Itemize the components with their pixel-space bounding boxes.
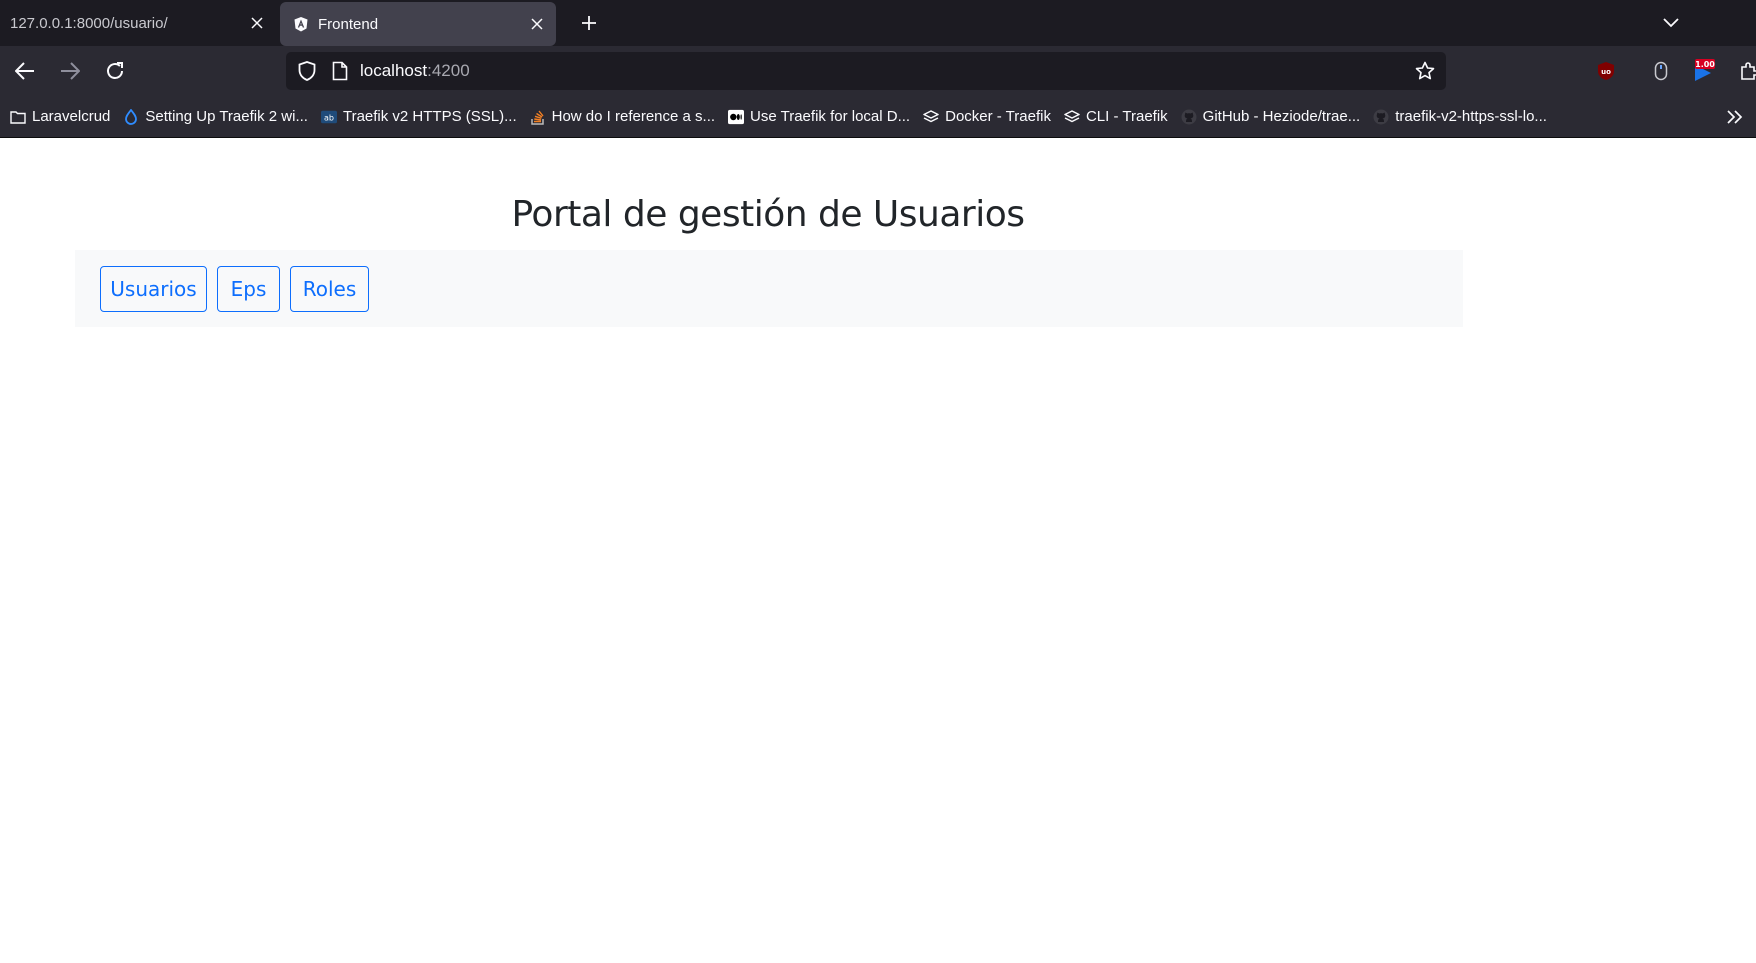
ublock-origin-icon[interactable]: uo xyxy=(1593,58,1619,84)
nav-toolbar: localhost:4200 uo 1.00 xyxy=(0,46,1756,96)
tab-frontend[interactable]: Frontend xyxy=(280,2,556,46)
list-all-tabs-chevron-down-icon[interactable] xyxy=(1656,8,1686,38)
bookmark-github-heziode[interactable]: GitHub - Heziode/trae... xyxy=(1181,108,1361,125)
new-tab-plus-icon[interactable] xyxy=(574,8,604,38)
bookmark-how-do-i-reference[interactable]: How do I reference a s... xyxy=(530,108,715,125)
digitalocean-icon xyxy=(123,108,139,125)
bookmark-label: How do I reference a s... xyxy=(551,108,716,125)
medium-icon xyxy=(728,109,745,125)
bookmark-label: Docker - Traefik xyxy=(945,108,1051,125)
tab-usuario[interactable]: 127.0.0.1:8000/usuario/ xyxy=(0,0,276,46)
bookmark-docker-traefik[interactable]: Docker - Traefik xyxy=(923,108,1051,125)
bookmarks-toolbar: Laravelcrud Setting Up Traefik 2 wi... a… xyxy=(0,96,1756,138)
stackoverflow-icon xyxy=(530,109,546,125)
angular-icon xyxy=(292,15,310,33)
forward-arrow-icon[interactable] xyxy=(55,56,85,86)
close-tab-icon[interactable] xyxy=(246,12,268,34)
bookmark-cli-traefik[interactable]: CLI - Traefik xyxy=(1064,108,1168,125)
page-viewport: Portal de gestión de Usuarios Usuarios E… xyxy=(0,138,1756,963)
bookmark-setting-up-traefik[interactable]: Setting Up Traefik 2 wi... xyxy=(123,108,308,125)
bookmark-label: Use Traefik for local D... xyxy=(750,108,911,125)
tab-title: Frontend xyxy=(318,15,379,33)
bookmark-label: traefik-v2-https-ssl-lo... xyxy=(1395,108,1547,125)
bookmark-use-traefik-local[interactable]: Use Traefik for local D... xyxy=(728,108,910,125)
reload-icon[interactable] xyxy=(100,56,130,86)
page-title: Portal de gestión de Usuarios xyxy=(511,194,1025,235)
extensions-puzzle-icon[interactable] xyxy=(1736,58,1756,84)
tracking-protection-shield-icon[interactable] xyxy=(296,60,318,82)
bookmark-label: Setting Up Traefik 2 wi... xyxy=(145,108,308,125)
url-bar[interactable]: localhost:4200 xyxy=(286,52,1446,90)
url-text: localhost:4200 xyxy=(360,61,470,81)
close-tab-icon[interactable] xyxy=(526,13,548,35)
tab-title: 127.0.0.1:8000/usuario/ xyxy=(10,14,168,32)
bookmark-label: CLI - Traefik xyxy=(1085,108,1168,125)
eps-button[interactable]: Eps xyxy=(217,266,280,312)
page-info-icon[interactable] xyxy=(330,60,350,82)
more-bookmarks-chevron-icon[interactable] xyxy=(1724,106,1746,128)
svg-text:uo: uo xyxy=(1601,68,1611,76)
extension-badge: 1.00 xyxy=(1695,60,1715,69)
github-icon xyxy=(1373,109,1389,125)
svg-text:ab: ab xyxy=(324,113,334,122)
bookmark-label: Laravelcrud xyxy=(32,108,111,125)
bookmark-star-icon[interactable] xyxy=(1414,60,1436,82)
github-icon xyxy=(1181,109,1197,125)
roles-button[interactable]: Roles xyxy=(290,266,369,312)
traefik-icon xyxy=(1064,109,1080,125)
back-arrow-icon[interactable] xyxy=(10,56,40,86)
url-host: localhost xyxy=(360,61,428,80)
bookmark-label: Traefik v2 HTTPS (SSL)... xyxy=(342,108,517,125)
speed-extension-icon[interactable]: 1.00 xyxy=(1690,58,1716,84)
bookmark-label: GitHub - Heziode/trae... xyxy=(1202,108,1361,125)
site-icon: ab xyxy=(320,109,337,125)
url-port: :4200 xyxy=(427,61,470,80)
bookmark-traefik-v2-https-ssl-lo[interactable]: traefik-v2-https-ssl-lo... xyxy=(1373,108,1547,125)
bookmark-traefik-v2-https[interactable]: ab Traefik v2 HTTPS (SSL)... xyxy=(320,108,517,125)
bookmark-laravelcrud[interactable]: Laravelcrud xyxy=(10,108,110,125)
traefik-icon xyxy=(923,109,939,125)
tab-strip: 127.0.0.1:8000/usuario/ Frontend xyxy=(0,0,1756,46)
mouse-extension-icon[interactable] xyxy=(1648,58,1674,84)
nav-button-panel: Usuarios Eps Roles xyxy=(75,250,1463,327)
usuarios-button[interactable]: Usuarios xyxy=(100,266,207,312)
folder-icon xyxy=(10,109,26,125)
